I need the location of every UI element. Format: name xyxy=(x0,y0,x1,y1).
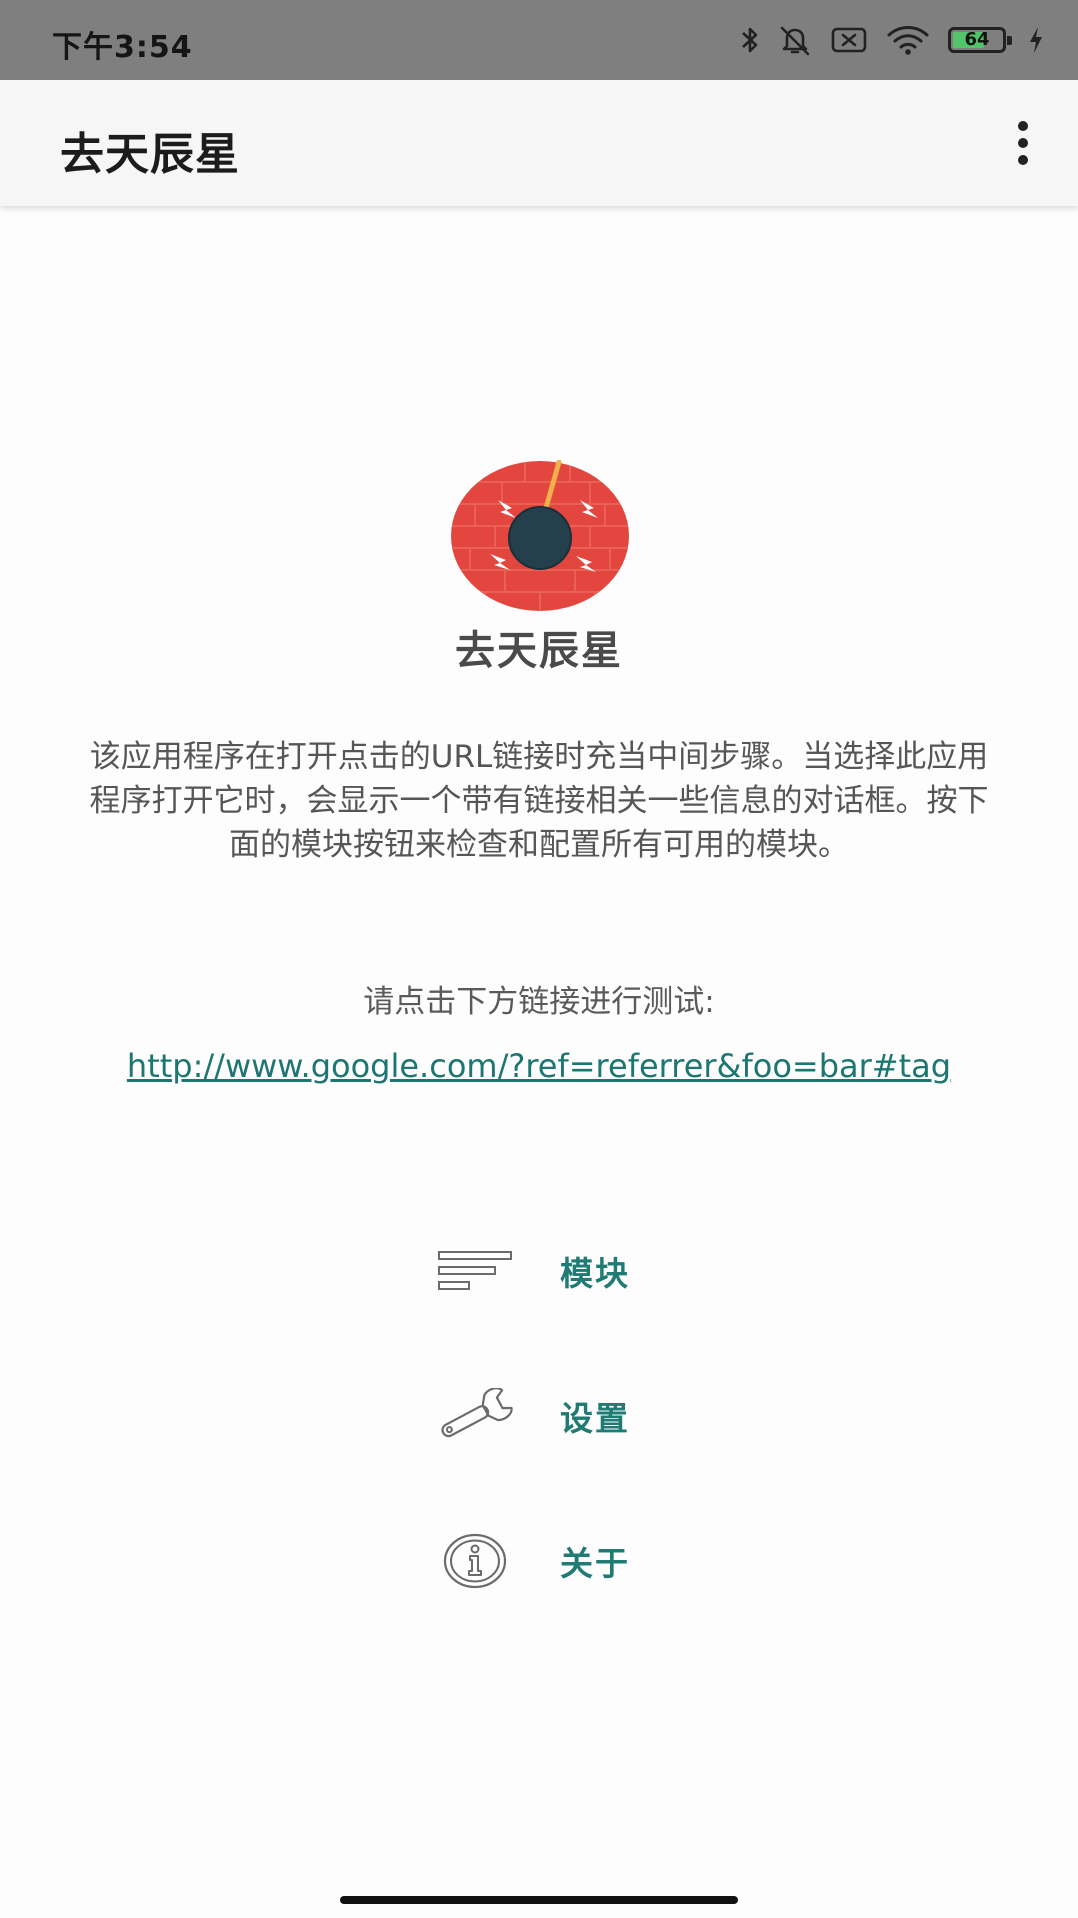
wrench-icon xyxy=(430,1386,520,1446)
bell-off-icon xyxy=(778,24,812,56)
menu-item-settings[interactable]: 设置 xyxy=(430,1376,680,1456)
more-vertical-icon-dot xyxy=(1018,138,1028,148)
app-logo-icon xyxy=(450,459,630,612)
battery-icon: 64 xyxy=(948,27,1012,53)
menu-item-modules[interactable]: 模块 xyxy=(430,1231,680,1311)
app-name: 去天辰星 xyxy=(455,628,623,674)
battery-text: 64 xyxy=(964,29,990,50)
wifi-icon xyxy=(886,24,930,56)
menu-item-label: 关于 xyxy=(560,1544,630,1583)
more-vertical-icon-dot xyxy=(1018,155,1028,165)
status-time: 下午3:54 xyxy=(52,30,193,65)
app-title: 去天辰星 xyxy=(60,129,240,180)
more-options-button[interactable] xyxy=(988,108,1058,178)
menu-item-label: 设置 xyxy=(560,1399,630,1438)
more-vertical-icon xyxy=(1018,121,1028,131)
test-link[interactable]: http://www.google.com/?ref=referrer&foo=… xyxy=(100,1044,978,1088)
home-indicator[interactable] xyxy=(340,1896,738,1904)
status-bar: 下午3:54 64 xyxy=(0,0,1078,80)
charging-icon xyxy=(1028,25,1044,55)
app-bar: 去天辰星 xyxy=(0,80,1078,206)
status-icons: 64 xyxy=(740,22,1044,58)
bluetooth-icon xyxy=(740,24,760,56)
sim-off-icon xyxy=(830,25,868,55)
test-prompt: 请点击下方链接进行测试: xyxy=(363,984,715,1020)
modules-icon xyxy=(430,1241,520,1301)
app-description: 该应用程序在打开点击的URL链接时充当中间步骤。当选择此应用程序打开它时，会显示… xyxy=(89,739,989,863)
info-icon xyxy=(430,1531,520,1591)
menu-item-label: 模块 xyxy=(560,1254,630,1293)
menu-item-about[interactable]: 关于 xyxy=(430,1521,680,1601)
